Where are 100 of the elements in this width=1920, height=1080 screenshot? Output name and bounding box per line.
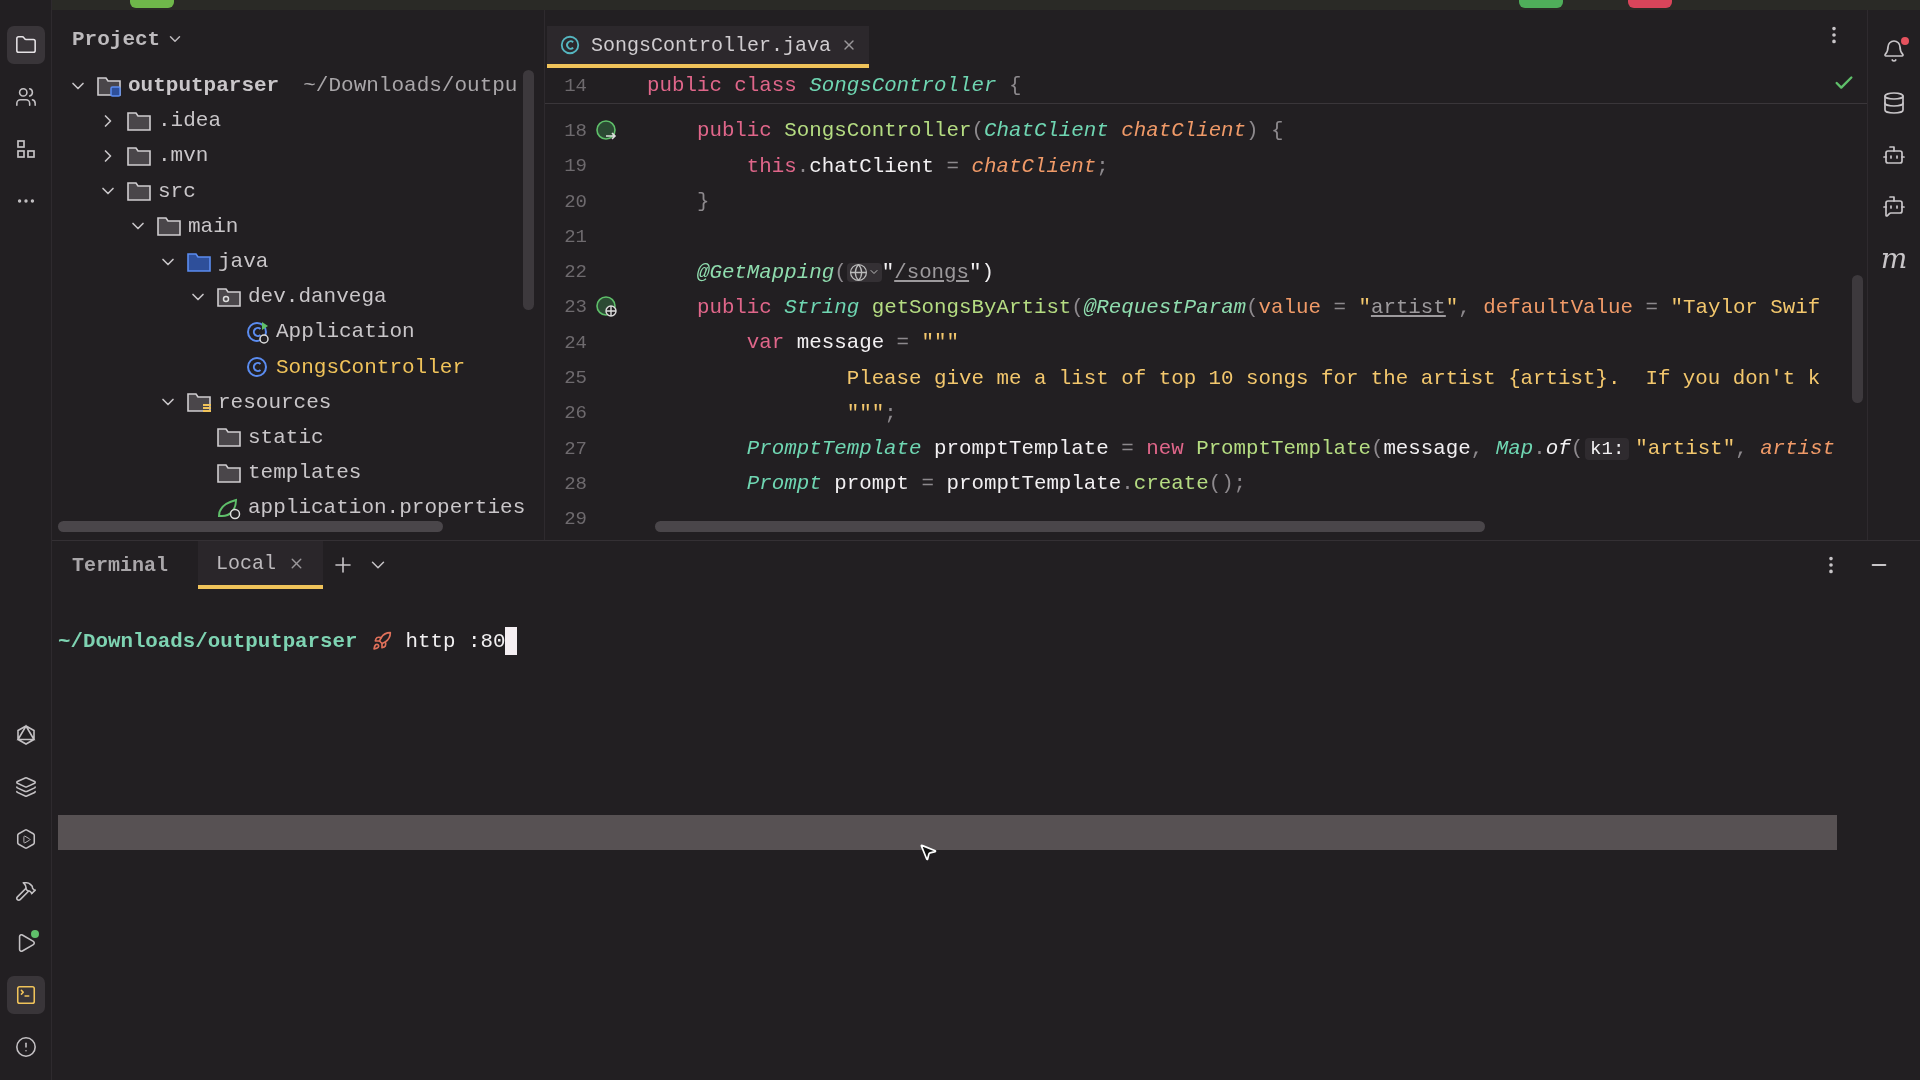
- code-token: new: [1146, 437, 1185, 461]
- code-token: """: [845, 401, 885, 425]
- code-token: public: [695, 295, 773, 319]
- project-view-dropdown[interactable]: Project: [72, 27, 185, 51]
- code-token: ;: [1096, 154, 1109, 178]
- parameter-hint: k1:: [1585, 437, 1630, 460]
- code-token: public class: [647, 74, 798, 98]
- code-token: create: [1133, 472, 1209, 496]
- code-token: ": [1445, 295, 1459, 319]
- tree-item[interactable]: dev.danvega: [248, 285, 387, 309]
- code-token: {: [1007, 74, 1022, 98]
- editor-tab[interactable]: SongsController.java: [547, 26, 870, 68]
- globe-icon[interactable]: [846, 262, 882, 282]
- code-token: public: [695, 119, 773, 143]
- code-token: PromptTemplate: [1196, 437, 1371, 461]
- rocket-icon: [371, 631, 392, 651]
- folder-icon: [126, 179, 152, 204]
- spring-class-icon: [246, 319, 270, 344]
- code-token: SongsController: [809, 74, 997, 98]
- terminal-title: Terminal: [72, 553, 168, 577]
- tree-item[interactable]: Application: [276, 320, 415, 344]
- tree-item[interactable]: application.properties: [248, 496, 526, 520]
- line-number: 22: [563, 261, 587, 284]
- code-token: prompt: [834, 472, 910, 496]
- tree-item[interactable]: src: [158, 179, 196, 203]
- code-token: ,: [1458, 295, 1472, 319]
- scrollbar[interactable]: [523, 70, 534, 310]
- code-token: ,: [1470, 437, 1485, 461]
- tree-item[interactable]: outputparser: [128, 74, 280, 98]
- class-icon: [559, 34, 581, 56]
- scrollbar[interactable]: [1852, 275, 1863, 403]
- code-token: (: [971, 119, 984, 143]
- code-token: =: [920, 472, 936, 496]
- line-number: 27: [563, 437, 587, 460]
- tree-item[interactable]: .mvn: [158, 144, 209, 168]
- tree-item[interactable]: .idea: [158, 109, 221, 133]
- code-token: SongsController: [784, 119, 972, 143]
- code-token: Map: [1495, 437, 1534, 461]
- code-token: ": [881, 260, 895, 284]
- code-token: }: [695, 190, 710, 214]
- tree-item[interactable]: java: [218, 250, 269, 274]
- line-number: 24: [563, 331, 587, 354]
- code-token: (: [1370, 437, 1384, 461]
- code-token: "Taylor Swif: [1670, 295, 1821, 319]
- code-token: ChatClient: [984, 119, 1110, 143]
- code-token: value: [1258, 295, 1321, 319]
- line-number: 21: [563, 225, 587, 248]
- text-cursor: [505, 627, 518, 655]
- tree-item[interactable]: static: [248, 425, 324, 449]
- code-token: =: [1120, 437, 1135, 461]
- code-token: promptTemplate: [934, 437, 1109, 461]
- folder-icon: [186, 390, 212, 415]
- tree-item[interactable]: main: [188, 214, 239, 238]
- class-icon: [246, 355, 270, 380]
- project-path: ~/Downloads/outpu: [303, 74, 518, 98]
- line-number: 18: [563, 119, 587, 142]
- code-token: (: [834, 260, 847, 284]
- bean-icon[interactable]: [595, 118, 619, 143]
- code-token: =: [1332, 295, 1347, 319]
- code-token: (: [1246, 295, 1259, 319]
- code-token: artist: [1370, 295, 1446, 319]
- line-number: 23: [563, 296, 587, 319]
- line-number: 20: [563, 190, 587, 213]
- code-token: getSongsByArtist: [871, 295, 1072, 319]
- folder-icon[interactable]: [6, 26, 45, 64]
- tree-item[interactable]: SongsController: [276, 355, 466, 379]
- code-token: chatClient: [971, 154, 1097, 178]
- line-number: 19: [563, 155, 587, 178]
- folder-icon: [216, 425, 242, 450]
- terminal-tab[interactable]: Local: [198, 541, 324, 589]
- terminal-command: http :80: [405, 629, 506, 653]
- tree-item[interactable]: resources: [218, 390, 332, 414]
- terminal-icon[interactable]: [6, 976, 45, 1014]
- code-token: defaultValue: [1483, 295, 1634, 319]
- code-token: artist: [1760, 437, 1836, 461]
- code-token: var: [745, 331, 786, 355]
- endpoint-icon[interactable]: [595, 295, 619, 320]
- code-token: ) {: [1246, 119, 1284, 143]
- code-token: chatClient: [1121, 119, 1247, 143]
- code-token: ,: [1735, 437, 1749, 461]
- tree-item[interactable]: templates: [248, 461, 362, 485]
- scrollbar[interactable]: [58, 521, 443, 532]
- code-token: ();: [1208, 472, 1247, 496]
- scrollbar[interactable]: [655, 521, 1485, 532]
- code-token: ": [1358, 295, 1371, 319]
- code-token: (: [1570, 437, 1584, 461]
- code-token: Prompt: [745, 472, 823, 496]
- code-token: message: [796, 331, 885, 355]
- code-token: .: [796, 154, 810, 178]
- line-number: 14: [563, 74, 587, 97]
- mouse-pointer-icon: [918, 842, 938, 862]
- prompt-path: ~/Downloads/outputparser: [58, 629, 358, 653]
- code-token: (: [1071, 295, 1084, 319]
- line-number: 25: [563, 367, 587, 389]
- code-token: =: [895, 331, 911, 355]
- code-token: =: [1644, 295, 1659, 319]
- code-token: of: [1545, 437, 1571, 461]
- folder-icon: [156, 214, 182, 239]
- code-token: String: [784, 295, 861, 319]
- line-number: 29: [563, 508, 587, 531]
